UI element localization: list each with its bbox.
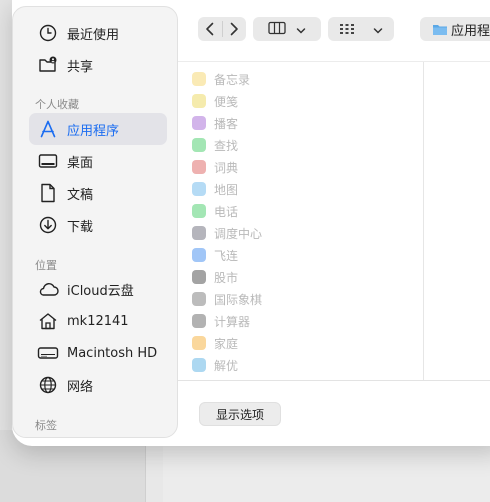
app-label: 股市: [214, 270, 239, 285]
sidebar-item-label: 下载: [67, 219, 94, 235]
sidebar-item-applications[interactable]: 应用程序: [29, 113, 167, 145]
globe-icon: [37, 374, 59, 396]
sidebar-item-label: 最近使用: [67, 27, 120, 43]
sidebar-item-recents[interactable]: 最近使用: [29, 17, 167, 49]
app-label: 地图: [214, 182, 239, 197]
desktop-background-lower: [163, 445, 490, 502]
applications-icon: [37, 118, 59, 140]
app-label: 解优: [214, 358, 239, 373]
sidebar-item-desktop[interactable]: 桌面: [29, 145, 167, 177]
app-icon: [192, 160, 206, 174]
sidebar-item-label: mk12141: [67, 313, 129, 329]
list-item[interactable]: 备忘录: [192, 68, 250, 90]
app-icon: [192, 204, 206, 218]
sidebar-item-label: 桌面: [67, 155, 94, 171]
sidebar-item-documents[interactable]: 文稿: [29, 177, 167, 209]
tags-header: 标签: [35, 419, 57, 432]
sidebar-item-label: 文稿: [67, 187, 94, 203]
sidebar-item-label: iCloud云盘: [67, 283, 134, 299]
app-icon: [192, 336, 206, 350]
app-icon: [192, 182, 206, 196]
open-dialog-window: 最近使用 共享 个人收藏 应用程序 桌面 文稿 下载 位置 iCloud云盘 m…: [12, 0, 490, 446]
app-icon: [192, 248, 206, 262]
group-by-button[interactable]: [328, 17, 394, 41]
shared-folder-icon: [37, 54, 59, 76]
app-icon: [192, 72, 206, 86]
app-label: 备忘录: [214, 72, 251, 87]
list-item[interactable]: 便笺: [192, 90, 238, 112]
location-popup-button[interactable]: 应用程: [420, 17, 490, 41]
list-item[interactable]: 计算器: [192, 310, 250, 332]
column-separator: [423, 62, 424, 380]
column-view-icon: [268, 20, 286, 39]
document-icon: [37, 182, 59, 204]
sidebar-item-icloud[interactable]: iCloud云盘: [29, 273, 167, 305]
favorites-header: 个人收藏: [35, 98, 79, 111]
location-label: 应用程: [451, 23, 490, 39]
list-item[interactable]: 地图: [192, 178, 238, 200]
view-mode-button[interactable]: [253, 17, 321, 41]
list-item[interactable]: 国际象棋: [192, 288, 262, 310]
app-label: 计算器: [214, 314, 251, 329]
app-label: 调度中心: [214, 226, 263, 241]
sidebar: 最近使用 共享 个人收藏 应用程序 桌面 文稿 下载 位置 iCloud云盘 m…: [12, 6, 178, 438]
chevron-left-icon[interactable]: [198, 22, 222, 36]
back-forward-group: [198, 17, 246, 41]
home-icon: [37, 310, 59, 332]
sidebar-item-macintosh-hd[interactable]: Macintosh HD: [29, 337, 167, 369]
chevron-right-icon[interactable]: [223, 22, 247, 36]
app-icon: [192, 358, 206, 372]
sidebar-item-label: 共享: [67, 59, 94, 75]
app-icon: [192, 226, 206, 240]
sidebar-item-network[interactable]: 网络: [29, 369, 167, 401]
app-label: 词典: [214, 160, 239, 175]
sidebar-item-label: 网络: [67, 379, 94, 395]
footer-divider: [178, 380, 490, 381]
sidebar-item-label: Macintosh HD: [67, 345, 158, 361]
app-label: 国际象棋: [214, 292, 263, 307]
desktop-icon: [37, 150, 59, 172]
list-item[interactable]: 查找: [192, 134, 238, 156]
app-label: 查找: [214, 138, 239, 153]
sidebar-item-label: 应用程序: [67, 123, 120, 139]
list-item[interactable]: 调度中心: [192, 222, 262, 244]
locations-header: 位置: [35, 259, 57, 272]
app-label: 家庭: [214, 336, 239, 351]
folder-icon: [432, 23, 448, 36]
list-item[interactable]: 飞连: [192, 244, 238, 266]
sidebar-item-shared[interactable]: 共享: [29, 49, 167, 81]
disk-icon: [37, 342, 59, 364]
list-item[interactable]: 股市: [192, 266, 238, 288]
list-item[interactable]: 解优: [192, 354, 238, 376]
app-label: 播客: [214, 116, 239, 131]
app-label: 便笺: [214, 94, 239, 109]
app-icon: [192, 314, 206, 328]
toolbar-divider: [178, 61, 490, 62]
chevron-down-icon: [373, 20, 383, 39]
clock-icon: [37, 22, 59, 44]
sidebar-item-downloads[interactable]: 下载: [29, 209, 167, 241]
sidebar-item-home[interactable]: mk12141: [29, 305, 167, 337]
app-icon: [192, 138, 206, 152]
app-icon: [192, 270, 206, 284]
app-icon: [192, 116, 206, 130]
app-label: 电话: [214, 204, 239, 219]
app-label: 飞连: [214, 248, 239, 263]
chevron-down-icon: [296, 20, 306, 39]
app-icon: [192, 94, 206, 108]
list-item[interactable]: 播客: [192, 112, 238, 134]
cloud-icon: [37, 278, 59, 300]
list-item[interactable]: 词典: [192, 156, 238, 178]
list-item[interactable]: 家庭: [192, 332, 238, 354]
list-item[interactable]: 电话: [192, 200, 238, 222]
app-icon: [192, 292, 206, 306]
show-options-button[interactable]: 显示选项: [199, 402, 281, 426]
grid-icon: [339, 20, 355, 39]
download-icon: [37, 214, 59, 236]
